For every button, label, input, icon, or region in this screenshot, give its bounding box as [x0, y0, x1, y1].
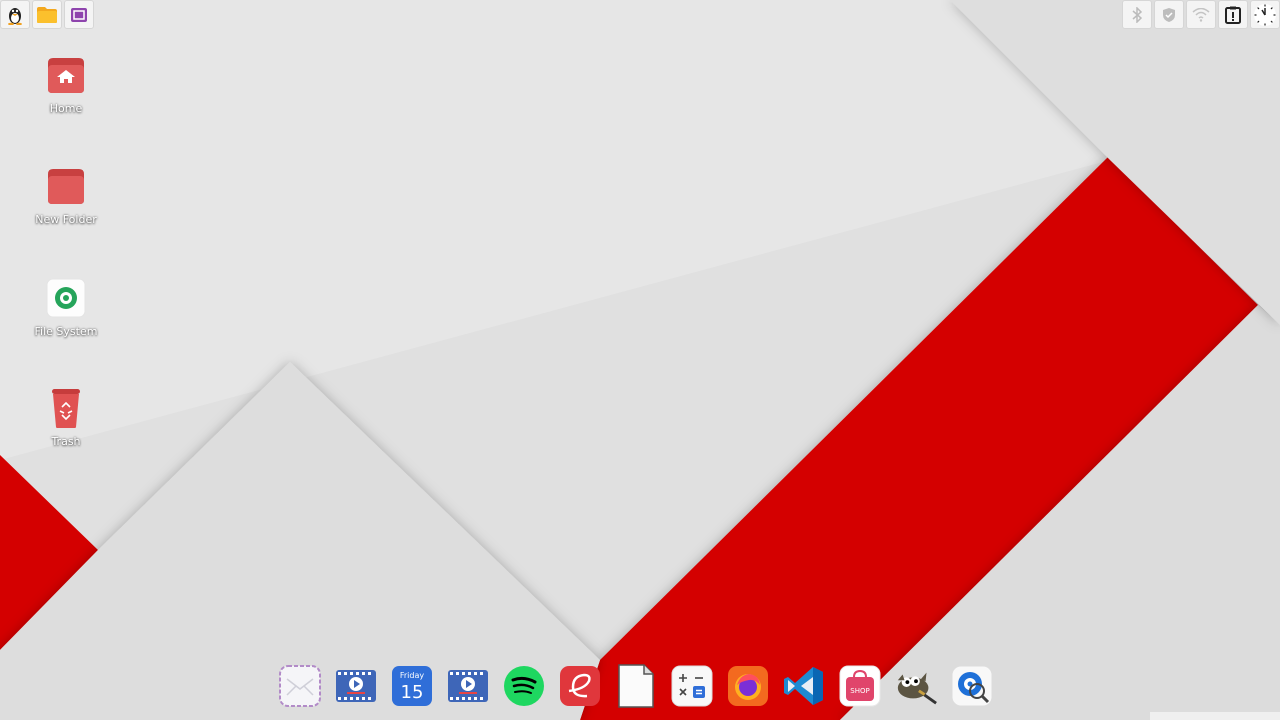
desktop-icon-trash[interactable]: Trash: [26, 387, 106, 448]
trash-icon: [45, 387, 87, 429]
calendar-icon[interactable]: Friday 15: [390, 664, 434, 708]
desktop-icon-new-folder[interactable]: New Folder: [26, 165, 106, 226]
shop-icon[interactable]: SHOP: [838, 664, 882, 708]
video-player-icon[interactable]: [334, 664, 378, 708]
files-icon[interactable]: [32, 0, 62, 29]
calendar-day-name: Friday: [400, 671, 425, 680]
firefox-icon[interactable]: [726, 664, 770, 708]
desktop-icon-label: Home: [49, 102, 83, 115]
linux-penguin-icon[interactable]: [0, 0, 30, 29]
vscode-icon[interactable]: [782, 664, 826, 708]
document-icon[interactable]: [614, 664, 658, 708]
desktop-icon-home[interactable]: Home: [26, 54, 106, 115]
system-tray: [1122, 0, 1280, 29]
gimp-icon[interactable]: [894, 664, 938, 708]
drive-icon: [45, 277, 87, 319]
desktop-icon-label: New Folder: [35, 213, 97, 226]
screenshot-icon[interactable]: [64, 0, 94, 29]
video-player-icon[interactable]: [446, 664, 490, 708]
mail-icon[interactable]: [278, 664, 322, 708]
folder-icon: [45, 165, 87, 207]
elementary-icon[interactable]: [558, 664, 602, 708]
panel-edge: [1150, 712, 1280, 720]
home-folder-icon: [45, 54, 87, 96]
shop-label: SHOP: [850, 687, 869, 695]
top-left-launchers: [0, 0, 94, 29]
bluetooth-icon[interactable]: [1122, 0, 1152, 29]
desktop: Home New Folder File System Trash Friday…: [0, 0, 1280, 720]
desktop-icon-label: File System: [34, 325, 98, 338]
wifi-icon[interactable]: [1186, 0, 1216, 29]
desktop-icon-label: Trash: [51, 435, 81, 448]
disk-search-icon[interactable]: [950, 664, 994, 708]
wallpaper: [0, 0, 1280, 720]
shield-icon[interactable]: [1154, 0, 1184, 29]
clock-icon[interactable]: [1250, 0, 1280, 29]
clipboard-alert-icon[interactable]: [1218, 0, 1248, 29]
desktop-icon-file-system[interactable]: File System: [26, 277, 106, 338]
dock: Friday 15 SHOP: [278, 664, 994, 708]
spotify-icon[interactable]: [502, 664, 546, 708]
calculator-icon[interactable]: [670, 664, 714, 708]
calendar-day-number: 15: [401, 682, 424, 703]
